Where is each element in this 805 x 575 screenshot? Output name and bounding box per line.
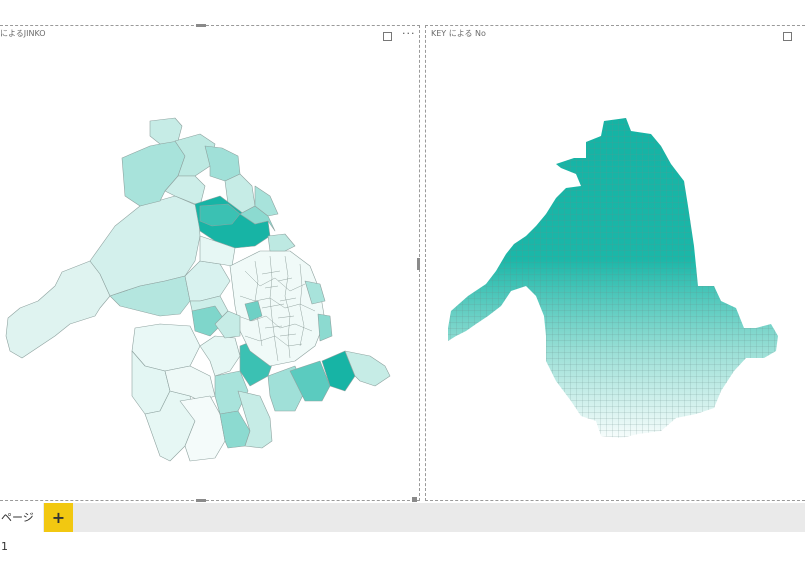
focus-mode-icon[interactable] <box>383 32 392 41</box>
filled-map-visual-key[interactable]: KEY による No <box>425 25 805 501</box>
focus-mode-icon[interactable] <box>783 32 792 41</box>
filled-map-visual-jinko[interactable]: によるJINKO ··· <box>0 24 420 502</box>
page-tab-1[interactable]: ページ 1 <box>0 503 43 553</box>
mesh-grid-map[interactable] <box>426 46 805 496</box>
resize-handle-corner[interactable] <box>412 497 417 502</box>
visual-title: KEY による No <box>431 29 486 38</box>
more-options-icon[interactable]: ··· <box>402 27 416 40</box>
add-page-button[interactable]: + <box>44 503 73 532</box>
visual-title: によるJINKO <box>0 29 46 38</box>
resize-handle-top[interactable] <box>196 24 206 27</box>
plus-icon: + <box>51 508 66 527</box>
resize-handle-bottom[interactable] <box>196 499 206 502</box>
choropleth-map[interactable] <box>0 46 418 496</box>
page-tabs-bar: ページ 1 + <box>0 503 805 553</box>
canvas-top-strip <box>0 0 805 24</box>
